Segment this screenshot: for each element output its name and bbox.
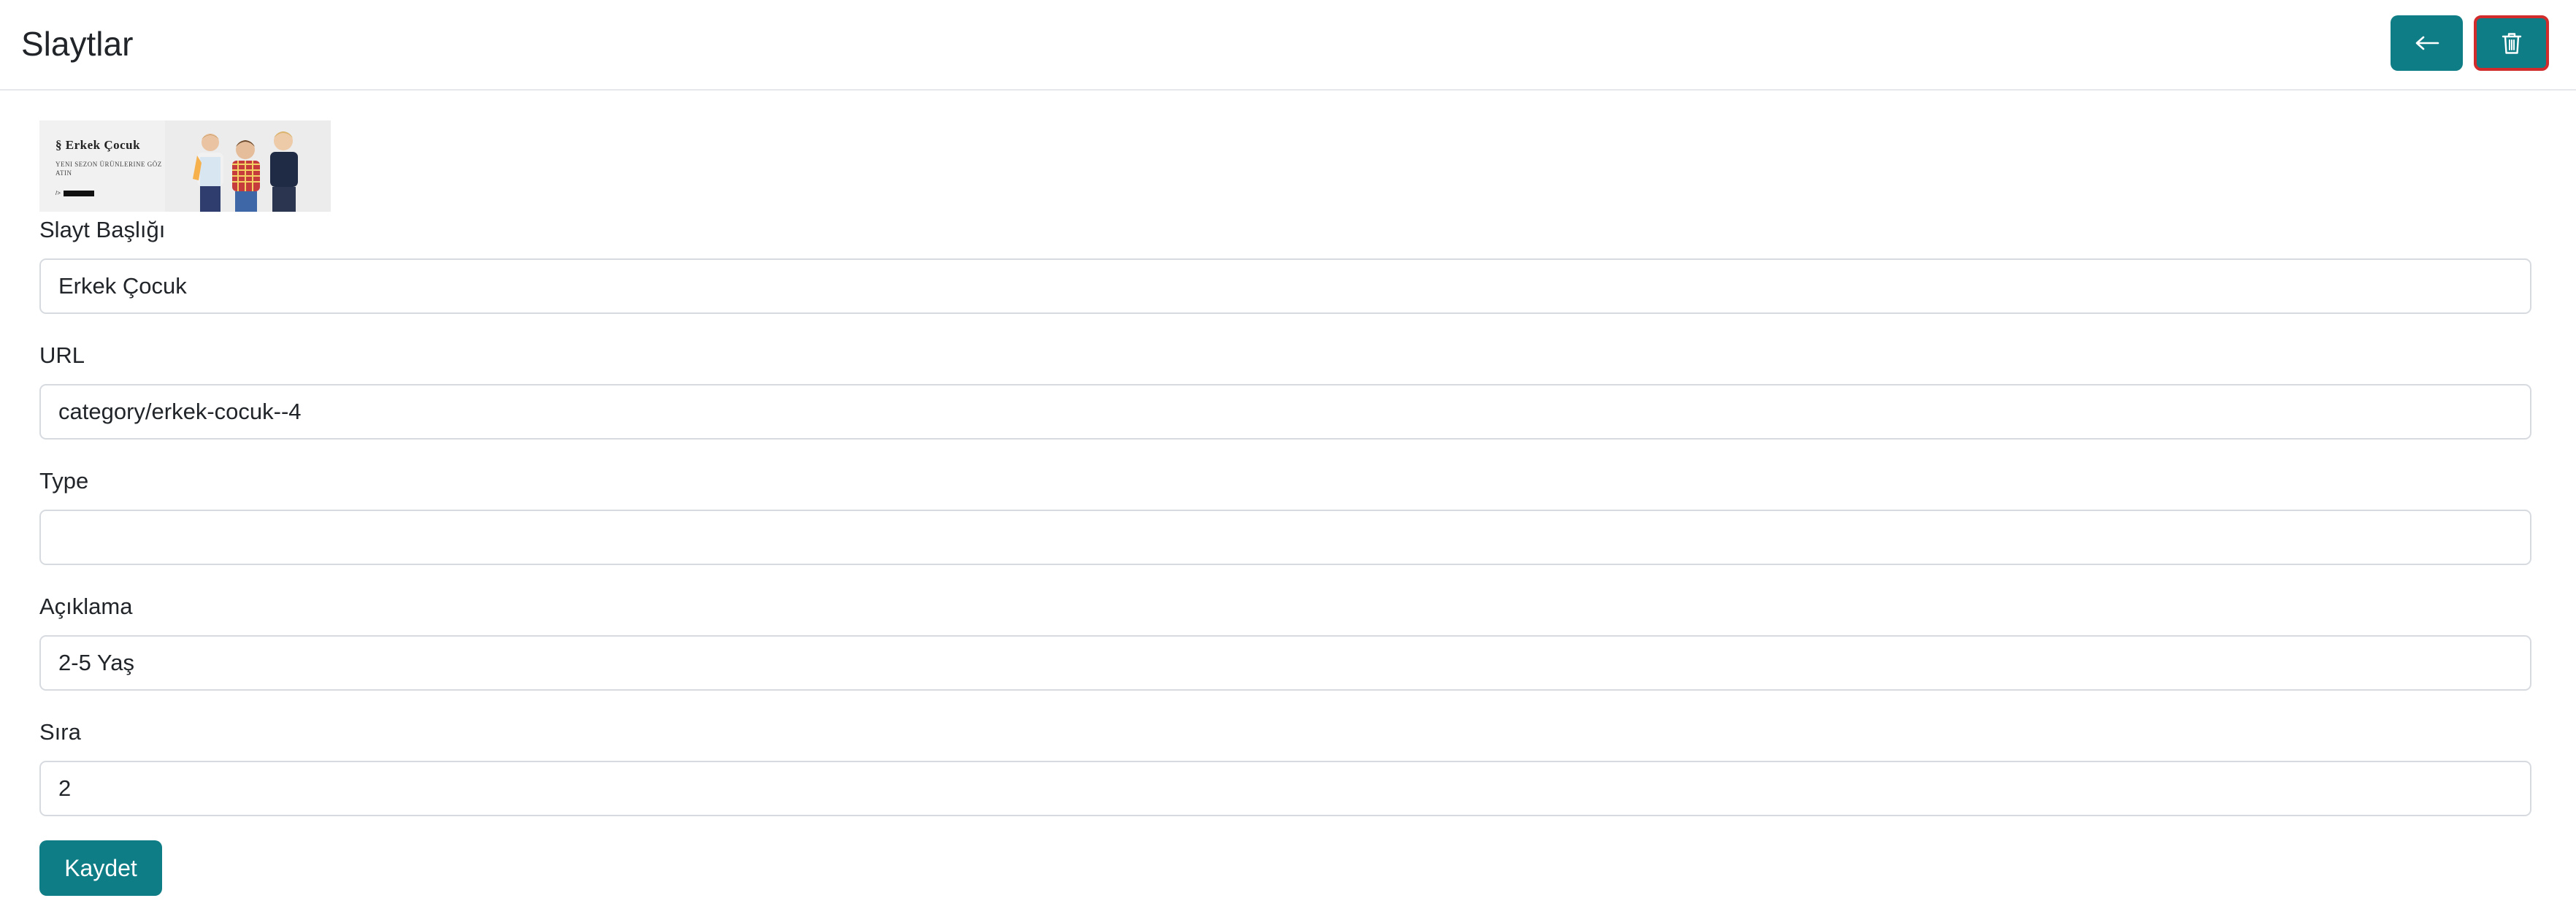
slide-title-label: Slayt Başlığı bbox=[39, 217, 166, 242]
save-button[interactable]: Kaydet bbox=[39, 840, 162, 896]
children-photo bbox=[165, 120, 331, 212]
slide-title-input[interactable] bbox=[39, 258, 2531, 314]
slide-image: § Erkek Çocuk Yeni Sezon Ürünlerine Göz … bbox=[39, 120, 331, 212]
back-button[interactable] bbox=[2391, 15, 2463, 71]
cta-bar bbox=[63, 190, 94, 196]
trash-icon bbox=[2502, 33, 2521, 54]
slide-image-subtitle: Yeni Sezon Ürünlerine Göz Atın bbox=[55, 161, 162, 177]
delete-button[interactable] bbox=[2474, 15, 2549, 71]
type-input[interactable] bbox=[39, 510, 2531, 565]
type-label: Type bbox=[39, 468, 89, 494]
arrow-left-icon bbox=[2415, 36, 2439, 50]
slide-image-cta: /> bbox=[55, 190, 94, 196]
url-input[interactable] bbox=[39, 384, 2531, 440]
page-title: Slaytlar bbox=[21, 25, 134, 63]
brand-logo-icon: § bbox=[55, 138, 66, 152]
description-label: Açıklama bbox=[39, 594, 133, 619]
slide-image-brand: § Erkek Çocuk bbox=[55, 138, 141, 152]
order-input[interactable] bbox=[39, 761, 2531, 816]
order-label: Sıra bbox=[39, 719, 81, 745]
description-input[interactable] bbox=[39, 635, 2531, 691]
url-label: URL bbox=[39, 342, 85, 368]
page-header: Slaytlar bbox=[0, 0, 2576, 91]
